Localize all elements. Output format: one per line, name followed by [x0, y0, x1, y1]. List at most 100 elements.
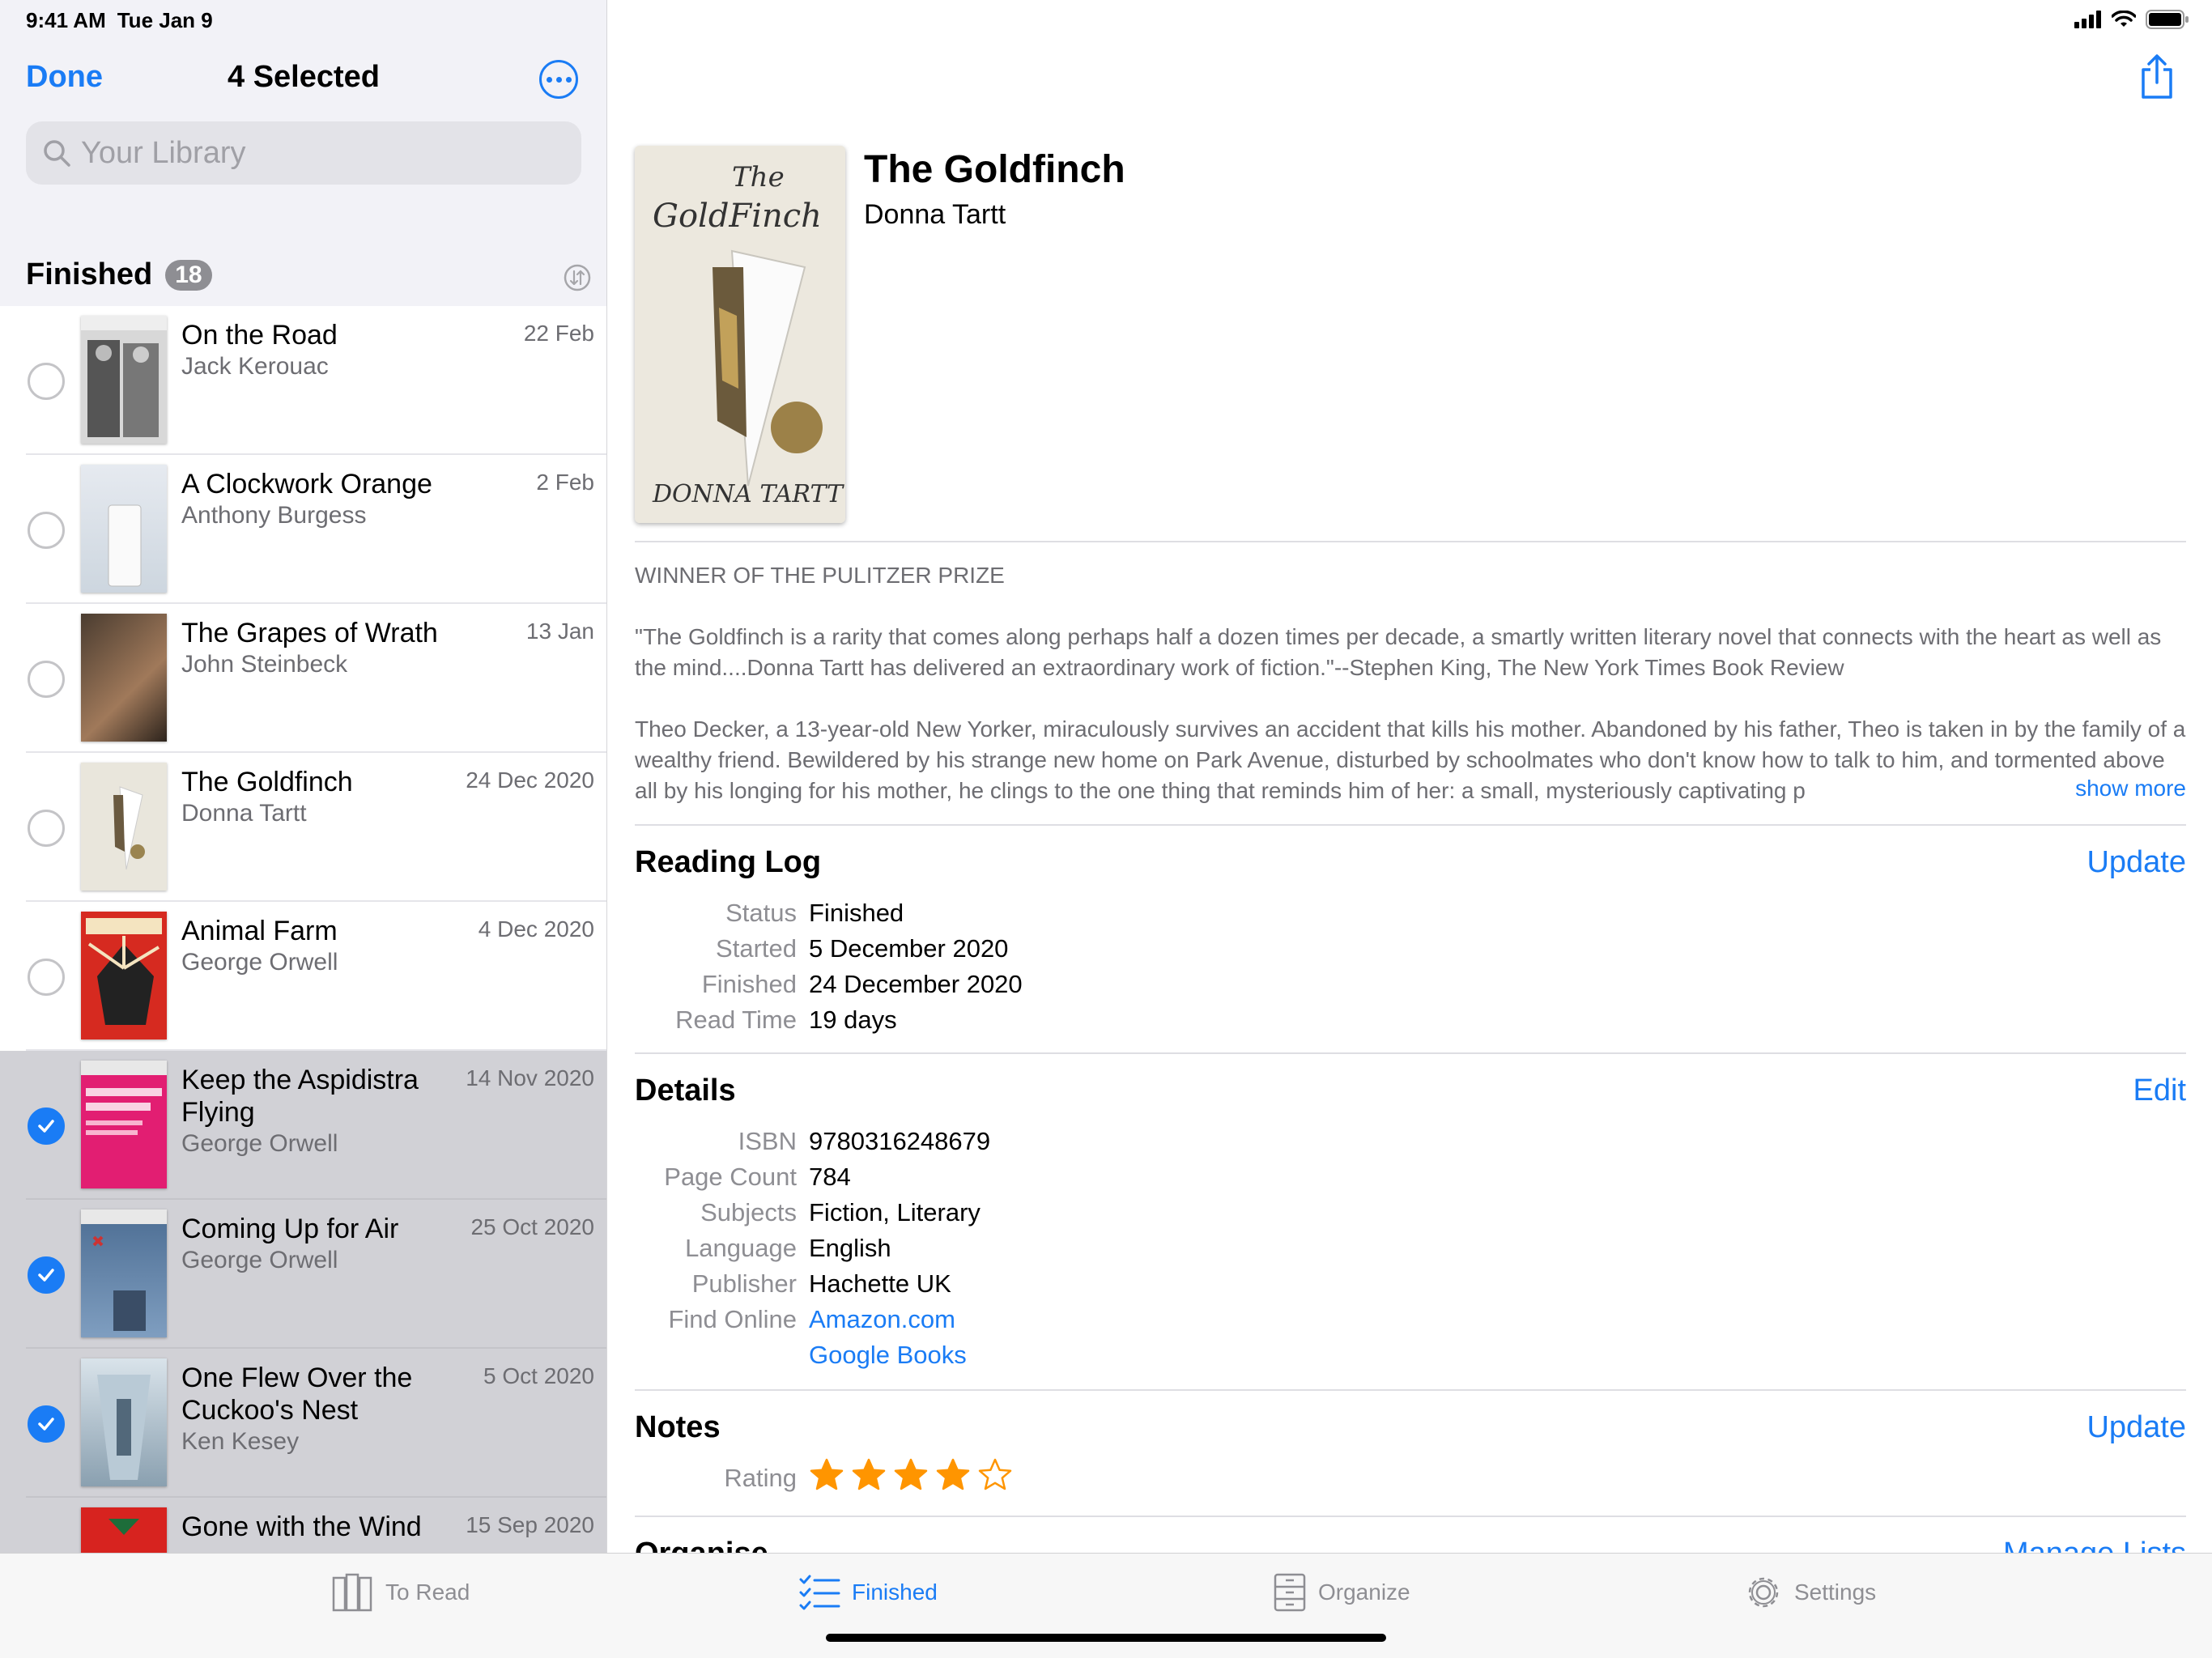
reading-log-update-button[interactable]: Update: [2087, 845, 2186, 880]
book-date: 5 Oct 2020: [483, 1363, 594, 1388]
book-date: 22 Feb: [523, 321, 594, 346]
divider: [635, 1389, 2186, 1391]
search-field[interactable]: Your Library: [26, 121, 581, 185]
row-value: 24 December 2020: [809, 970, 1023, 998]
book-row[interactable]: Keep the Aspidistra Flying George Orwell…: [0, 1051, 606, 1200]
selection-circle[interactable]: [28, 959, 65, 996]
book-cover: [81, 1061, 167, 1188]
book-date: 15 Sep 2020: [466, 1512, 594, 1537]
book-author: George Orwell: [181, 949, 338, 976]
share-icon[interactable]: [2138, 53, 2176, 100]
book-date: 14 Nov 2020: [466, 1065, 594, 1090]
row-value: Fiction, Literary: [809, 1198, 981, 1226]
more-dot: [555, 76, 562, 83]
more-dot: [546, 76, 552, 83]
tab-bar: To Read Finished Organize Settings: [0, 1553, 2212, 1658]
done-button[interactable]: Done: [26, 60, 103, 95]
book-row[interactable]: A Clockwork Orange Anthony Burgess 2 Feb: [0, 455, 606, 604]
rating-stars[interactable]: [809, 1457, 1013, 1493]
amazon-link[interactable]: Amazon.com: [809, 1305, 955, 1334]
svg-text:GoldFinch: GoldFinch: [653, 198, 822, 235]
wifi-icon: [2112, 11, 2136, 27]
row-key: Read Time: [675, 1005, 797, 1034]
book-cover: [81, 912, 167, 1039]
book-row[interactable]: Coming Up for Air George Orwell 25 Oct 2…: [0, 1200, 606, 1349]
cabinet-icon: [1274, 1573, 1306, 1612]
details-edit-button[interactable]: Edit: [2133, 1073, 2186, 1108]
section-title: Finished: [26, 257, 153, 291]
tab-label: Settings: [1794, 1579, 1877, 1605]
book-title: One Flew Over the Cuckoo's Nest: [181, 1363, 413, 1426]
search-icon: [44, 140, 70, 167]
book-cover: [81, 316, 167, 444]
more-options-button[interactable]: [539, 60, 578, 99]
book-row[interactable]: On the Road Jack Kerouac 22 Feb: [0, 306, 606, 455]
battery-icon: [2146, 10, 2189, 29]
gear-icon: [1748, 1577, 1779, 1608]
checkmark-icon: [38, 1120, 54, 1133]
book-row[interactable]: The Grapes of Wrath John Steinbeck 13 Ja…: [0, 604, 606, 753]
book-cover: [81, 614, 167, 742]
selection-checkmark[interactable]: [28, 1107, 65, 1145]
selection-circle[interactable]: [28, 363, 65, 400]
divider: [635, 824, 2186, 826]
book-cover: [81, 1507, 167, 1553]
book-author: John Steinbeck: [181, 651, 348, 678]
row-key: Finished: [701, 970, 797, 998]
tab-to-read[interactable]: To Read: [332, 1573, 470, 1612]
tab-label: Finished: [852, 1579, 938, 1605]
checklist-icon: [799, 1575, 840, 1610]
book-title: The Grapes of Wrath: [181, 618, 438, 648]
book-title: Gone with the Wind: [181, 1511, 422, 1542]
tab-settings[interactable]: Settings: [1744, 1573, 1876, 1612]
selection-circle[interactable]: [28, 810, 65, 847]
row-value: 9780316248679: [809, 1127, 991, 1155]
divider: [635, 1516, 2186, 1517]
notes-title: Notes: [635, 1410, 721, 1444]
row-key: Started: [716, 934, 797, 963]
tab-organize[interactable]: Organize: [1273, 1573, 1410, 1612]
tagline: WINNER OF THE PULITZER PRIZE: [635, 563, 1005, 588]
book-date: 4 Dec 2020: [478, 916, 594, 942]
book-row[interactable]: The Goldfinch Donna Tartt 24 Dec 2020: [0, 753, 606, 902]
tab-label: Organize: [1318, 1579, 1410, 1605]
book-author: George Orwell: [181, 1130, 338, 1157]
detail-pane: The GoldFinch DONNA TARTT The Goldfinch …: [608, 0, 2212, 1553]
row-key: ISBN: [738, 1127, 797, 1155]
book-author: Donna Tartt: [181, 800, 307, 827]
notes-update-button[interactable]: Update: [2087, 1410, 2186, 1445]
sort-icon[interactable]: [564, 264, 591, 291]
details-title: Details: [635, 1073, 736, 1107]
book-title: The Goldfinch: [181, 767, 353, 797]
selection-checkmark[interactable]: [28, 1405, 65, 1443]
star-empty-icon[interactable]: [977, 1457, 1013, 1493]
row-value: 19 days: [809, 1005, 897, 1034]
star-filled-icon[interactable]: [935, 1457, 971, 1493]
show-more-link[interactable]: show more: [2010, 776, 2186, 801]
quote-text: "The Goldfinch is a rarity that comes al…: [635, 624, 2162, 680]
checkmark-icon: [38, 1269, 54, 1282]
book-row[interactable]: Animal Farm George Orwell 4 Dec 2020: [0, 902, 606, 1051]
section-header: Finished 18: [26, 257, 212, 292]
google-books-link[interactable]: Google Books: [809, 1341, 967, 1370]
manage-lists-button[interactable]: Manage Lists: [2003, 1537, 2186, 1553]
tab-finished[interactable]: Finished: [798, 1573, 938, 1612]
row-key: Publisher: [691, 1269, 797, 1298]
row-value: Hachette UK: [809, 1269, 951, 1298]
sidebar: 9:41 AM Tue Jan 9 4 Selected Done Your Li…: [0, 0, 607, 1553]
star-filled-icon[interactable]: [893, 1457, 929, 1493]
star-filled-icon[interactable]: [851, 1457, 887, 1493]
selection-checkmark[interactable]: [28, 1256, 65, 1294]
book-author-heading: Donna Tartt: [864, 199, 1006, 230]
svg-text:DONNA TARTT: DONNA TARTT: [652, 480, 844, 508]
row-key: Subjects: [700, 1198, 797, 1226]
star-filled-icon[interactable]: [809, 1457, 844, 1493]
home-indicator: [826, 1634, 1386, 1642]
row-key: Status: [725, 899, 797, 927]
book-author: George Orwell: [181, 1247, 338, 1273]
selection-circle[interactable]: [28, 661, 65, 698]
book-title: On the Road: [181, 320, 338, 351]
selection-circle[interactable]: [28, 512, 65, 549]
book-row[interactable]: Gone with the Wind 15 Sep 2020: [0, 1498, 606, 1553]
book-row[interactable]: One Flew Over the Cuckoo's Nest Ken Kese…: [0, 1349, 606, 1498]
